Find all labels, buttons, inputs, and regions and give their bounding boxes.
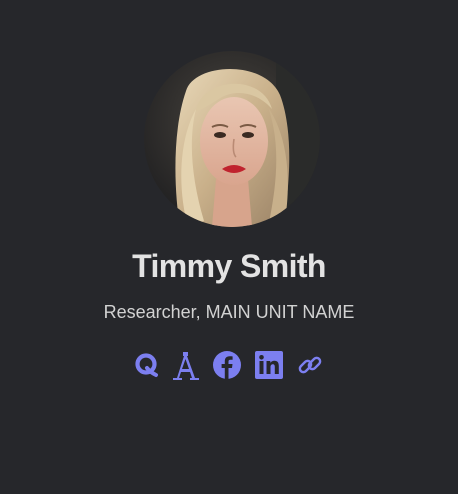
- linkedin-icon: [255, 351, 283, 379]
- quora-link[interactable]: [134, 348, 160, 382]
- avatar: [144, 51, 320, 227]
- profile-name: Timmy Smith: [132, 248, 326, 284]
- link-icon: [298, 356, 322, 374]
- profile-subtitle: Researcher, MAIN UNIT NAME: [103, 302, 355, 322]
- avatar-photo: [144, 51, 320, 227]
- academia-icon: [173, 352, 199, 380]
- external-link[interactable]: [296, 348, 324, 382]
- social-links: [0, 348, 458, 382]
- profile-card: Timmy Smith Researcher, MAIN UNIT NAME: [0, 0, 458, 494]
- linkedin-link[interactable]: [254, 348, 284, 382]
- quora-icon: [135, 353, 158, 377]
- facebook-icon: [213, 351, 241, 379]
- academia-link[interactable]: [172, 348, 200, 382]
- facebook-link[interactable]: [212, 348, 242, 382]
